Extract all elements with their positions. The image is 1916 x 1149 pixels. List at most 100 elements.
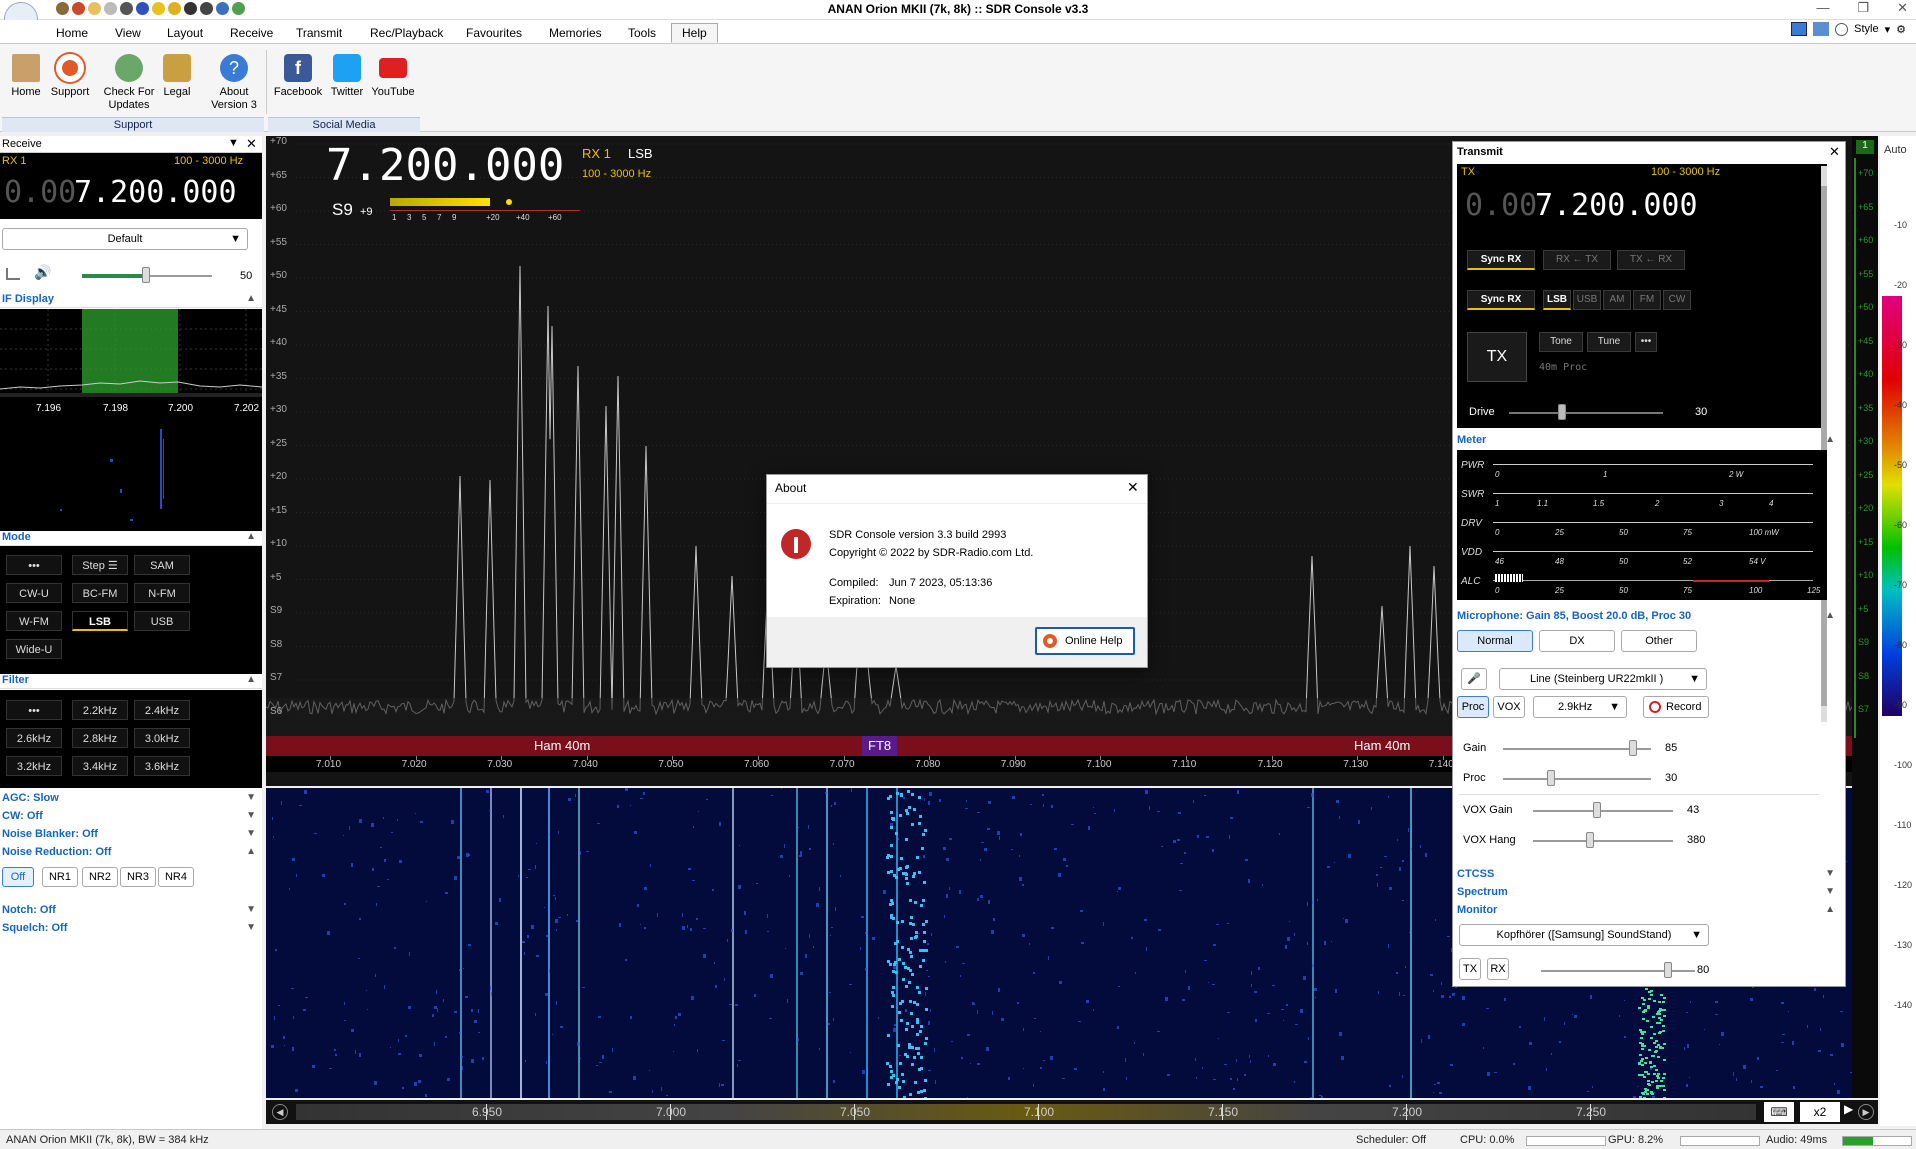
profile-select[interactable]: Default ▼ bbox=[2, 228, 248, 250]
youtube-button[interactable]: YouTube bbox=[370, 54, 416, 99]
volume-knob[interactable] bbox=[142, 267, 150, 283]
tx-mode-cw-button[interactable]: CW bbox=[1663, 290, 1691, 310]
help-circle-icon[interactable] bbox=[1835, 22, 1849, 36]
tab-home[interactable]: Home bbox=[56, 26, 88, 40]
rx-to-tx-button[interactable]: RX ← TX bbox=[1543, 250, 1611, 270]
tx-more-button[interactable]: ••• bbox=[1635, 332, 1657, 352]
mode-wfm-button[interactable]: W-FM bbox=[6, 611, 62, 631]
tab-tools[interactable]: Tools bbox=[628, 26, 656, 40]
slider-knob[interactable] bbox=[1593, 802, 1602, 818]
tx-frequency[interactable]: 7.200.000 bbox=[1535, 188, 1698, 223]
filter-more-button[interactable]: ••• bbox=[6, 700, 62, 720]
notch-header[interactable]: Notch: Off ▼ bbox=[0, 904, 262, 919]
monitor-header[interactable]: Monitor ▲ bbox=[1453, 904, 1845, 920]
speaker-icon[interactable]: 🔊 bbox=[34, 264, 51, 281]
dropdown-icon[interactable]: ▼ bbox=[228, 137, 239, 149]
monitor-device-select[interactable]: Kopfhörer ([Samsung] SoundStand) ▼ bbox=[1459, 924, 1709, 946]
filter-button[interactable]: 2.8kHz bbox=[72, 728, 128, 748]
close-icon[interactable]: ✕ bbox=[1897, 0, 1908, 16]
equalizer-icon[interactable] bbox=[6, 268, 20, 280]
mode-usb-button[interactable]: USB bbox=[134, 611, 190, 631]
if-display-header[interactable]: IF Display ▲ bbox=[0, 293, 262, 308]
mode-bcfm-button[interactable]: BC-FM bbox=[72, 583, 128, 603]
record-button[interactable]: Record bbox=[1643, 696, 1709, 718]
tab-layout[interactable]: Layout bbox=[167, 26, 203, 40]
mode-cwu-button[interactable]: CW-U bbox=[6, 583, 62, 603]
close-icon[interactable]: ✕ bbox=[1829, 144, 1840, 160]
tab-favourites[interactable]: Favourites bbox=[466, 26, 522, 40]
status-scheduler[interactable]: Scheduler: Off bbox=[1356, 1134, 1426, 1146]
bandwidth-select[interactable]: 2.9kHz ▼ bbox=[1533, 696, 1627, 718]
scroll-right-icon[interactable]: ▶ bbox=[1858, 1104, 1874, 1120]
filter-button[interactable]: 3.2kHz bbox=[6, 756, 62, 776]
tx-to-rx-button[interactable]: TX ← RX bbox=[1617, 250, 1685, 270]
style-menu[interactable]: Style bbox=[1854, 23, 1878, 35]
filter-button[interactable]: 2.4kHz bbox=[134, 700, 190, 720]
about-button[interactable]: ? About Version 3 bbox=[206, 54, 262, 112]
mode-more-button[interactable]: ••• bbox=[6, 555, 62, 575]
nr-off-button[interactable]: Off bbox=[2, 867, 34, 887]
rx-frequency-display[interactable]: RX 1 100 - 3000 Hz 0.00 7.200.000 bbox=[0, 153, 262, 219]
nr1-button[interactable]: NR1 bbox=[42, 867, 78, 887]
sync-rx-button[interactable]: Sync RX bbox=[1467, 250, 1535, 270]
monitor-knob[interactable] bbox=[1664, 962, 1673, 978]
drive-knob[interactable] bbox=[1558, 404, 1567, 420]
monitor-tx-button[interactable]: TX bbox=[1459, 958, 1481, 980]
mic-normal-button[interactable]: Normal bbox=[1457, 630, 1533, 652]
cw-header[interactable]: CW: Off ▼ bbox=[0, 810, 262, 825]
ctcss-header[interactable]: CTCSS ▼ bbox=[1453, 868, 1845, 884]
gear-icon[interactable]: ⚙ bbox=[1896, 23, 1906, 36]
chevron-down-icon[interactable]: ▾ bbox=[1885, 23, 1891, 36]
maximize-icon[interactable]: ❐ bbox=[1857, 0, 1869, 16]
support-button[interactable]: Support bbox=[48, 54, 92, 99]
legal-button[interactable]: Legal bbox=[162, 54, 192, 99]
mode-lsb-button[interactable]: LSB bbox=[72, 611, 128, 631]
tone-button[interactable]: Tone bbox=[1539, 332, 1583, 352]
layout-icon[interactable] bbox=[1791, 22, 1808, 36]
nr3-button[interactable]: NR3 bbox=[120, 867, 156, 887]
filter-button[interactable]: 2.6kHz bbox=[6, 728, 62, 748]
drive-slider[interactable] bbox=[1509, 412, 1663, 414]
home-button[interactable]: Home bbox=[8, 54, 44, 99]
close-icon[interactable]: ✕ bbox=[246, 136, 257, 152]
check-updates-button[interactable]: Check For Updates bbox=[100, 54, 158, 112]
band-label[interactable]: Ham 40m bbox=[1354, 738, 1410, 753]
mode-wideu-button[interactable]: Wide-U bbox=[6, 639, 62, 659]
mode-header[interactable]: Mode ▲ bbox=[0, 531, 262, 546]
slider-track[interactable] bbox=[1503, 778, 1651, 780]
spectrum-header[interactable]: Spectrum ▼ bbox=[1453, 886, 1845, 902]
mode-sam-button[interactable]: SAM bbox=[134, 555, 190, 575]
filter-button[interactable]: 3.6kHz bbox=[134, 756, 190, 776]
mic-input-select[interactable]: Line (Steinberg UR22mkII ) ▼ bbox=[1499, 668, 1707, 690]
keyboard-icon[interactable]: ⌨ bbox=[1764, 1102, 1794, 1122]
ft8-label[interactable]: FT8 bbox=[862, 736, 898, 756]
microphone-header[interactable]: Microphone: Gain 85, Boost 20.0 dB, Proc… bbox=[1453, 610, 1845, 626]
meter-header[interactable]: Meter ▲ bbox=[1453, 434, 1845, 450]
tx-mode-lsb-button[interactable]: LSB bbox=[1543, 290, 1571, 310]
tab-receive[interactable]: Receive bbox=[230, 26, 273, 40]
zoom-select[interactable]: x2 bbox=[1800, 1102, 1840, 1122]
tab-memories[interactable]: Memories bbox=[549, 26, 602, 40]
monitor-rx-button[interactable]: RX bbox=[1487, 958, 1509, 980]
nr4-button[interactable]: NR4 bbox=[158, 867, 194, 887]
filter-button[interactable]: 3.0kHz bbox=[134, 728, 190, 748]
proc-button[interactable]: Proc bbox=[1457, 696, 1489, 718]
slider-knob[interactable] bbox=[1547, 770, 1556, 786]
tx-mode-usb-button[interactable]: USB bbox=[1573, 290, 1601, 310]
slider-knob[interactable] bbox=[1628, 740, 1637, 756]
tab-help[interactable]: Help bbox=[671, 23, 718, 43]
band-label[interactable]: Ham 40m bbox=[534, 738, 590, 753]
sync-rx-mode-button[interactable]: Sync RX bbox=[1467, 290, 1535, 310]
mode-nfm-button[interactable]: N-FM bbox=[134, 583, 190, 603]
tune-button[interactable]: Tune bbox=[1587, 332, 1631, 352]
tab-transmit[interactable]: Transmit bbox=[296, 26, 342, 40]
agc-header[interactable]: AGC: Slow ▼ bbox=[0, 792, 262, 807]
waterfall-scale[interactable]: ◀ 6.950 7.000 7.050 7.100 7.150 7.200 7.250 ⌨ … bbox=[266, 1100, 1878, 1124]
mic-other-button[interactable]: Other bbox=[1621, 630, 1697, 652]
nr2-button[interactable]: NR2 bbox=[82, 867, 118, 887]
minimize-icon[interactable]: — bbox=[1816, 0, 1829, 16]
twitter-button[interactable]: Twitter bbox=[326, 54, 368, 99]
squelch-header[interactable]: Squelch: Off ▼ bbox=[0, 922, 262, 937]
filter-header[interactable]: Filter ▲ bbox=[0, 674, 262, 689]
tab-rec-playback[interactable]: Rec/Playback bbox=[370, 26, 443, 40]
